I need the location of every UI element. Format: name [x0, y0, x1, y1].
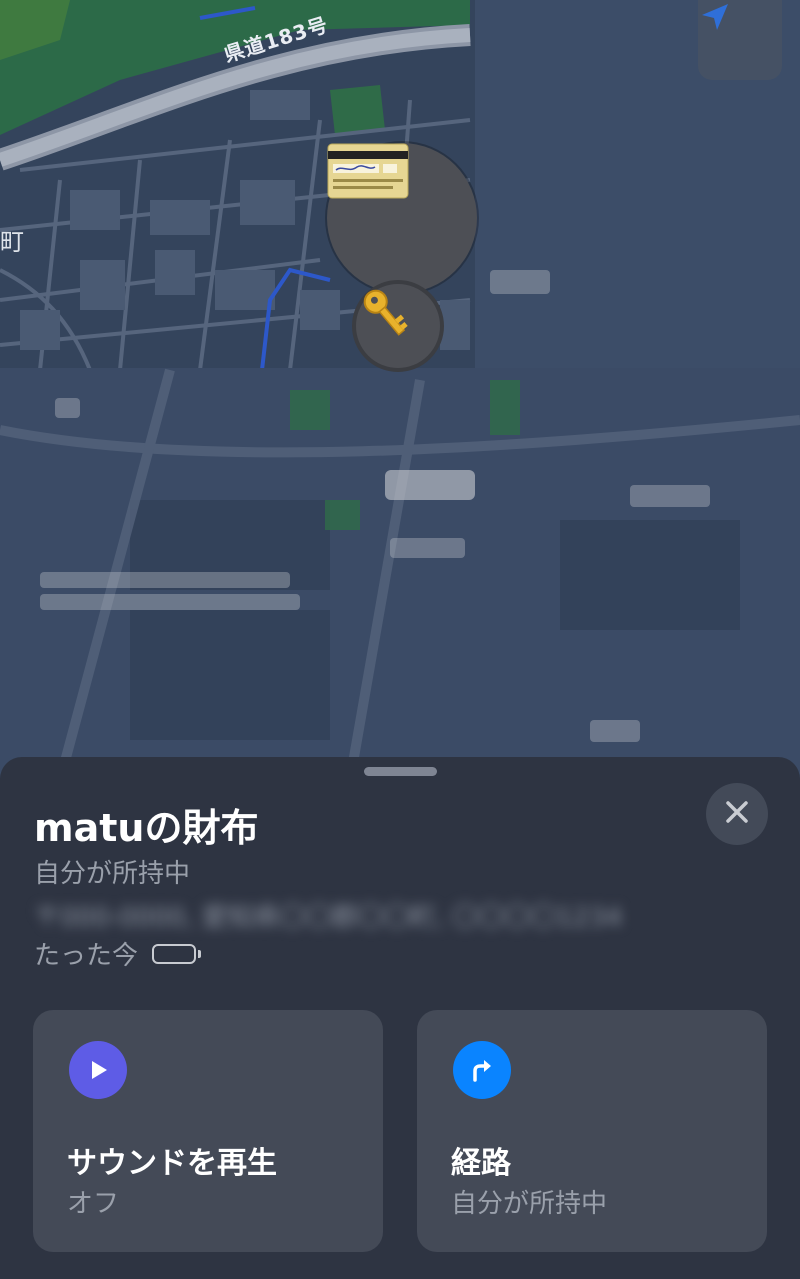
play-icon	[69, 1041, 127, 1099]
map-place-label: 町	[0, 228, 24, 256]
item-status: 自分が所持中	[34, 859, 191, 889]
directions-button[interactable]: 経路 自分が所持中	[417, 1010, 767, 1252]
close-button[interactable]	[706, 783, 768, 845]
item-title: matuの財布	[34, 806, 259, 850]
directions-status: 自分が所持中	[451, 1189, 608, 1219]
directions-label: 経路	[451, 1146, 511, 1181]
key-map-pin[interactable]	[352, 280, 444, 372]
map-view[interactable]: 県道183号 町	[0, 0, 800, 780]
last-seen-row: たった今	[34, 935, 202, 972]
play-sound-status: オフ	[67, 1189, 120, 1219]
close-icon	[724, 799, 750, 829]
play-sound-label: サウンドを再生	[67, 1146, 277, 1181]
location-button[interactable]	[698, 0, 782, 80]
last-seen-time: たった今	[34, 941, 139, 971]
item-detail-sheet: matuの財布 自分が所持中 〒000-0000, 愛知県〇〇郡〇〇町, 〇〇〇…	[0, 757, 800, 1279]
sheet-grabber[interactable]	[364, 767, 437, 776]
directions-arrow-icon	[453, 1041, 511, 1099]
item-address: 〒000-0000, 愛知県〇〇郡〇〇町, 〇〇〇〇1234	[34, 903, 623, 929]
play-sound-button[interactable]: サウンドを再生 オフ	[33, 1010, 383, 1252]
battery-icon	[152, 943, 202, 964]
map-canvas	[0, 0, 800, 780]
wallet-map-pin[interactable]	[327, 143, 477, 293]
